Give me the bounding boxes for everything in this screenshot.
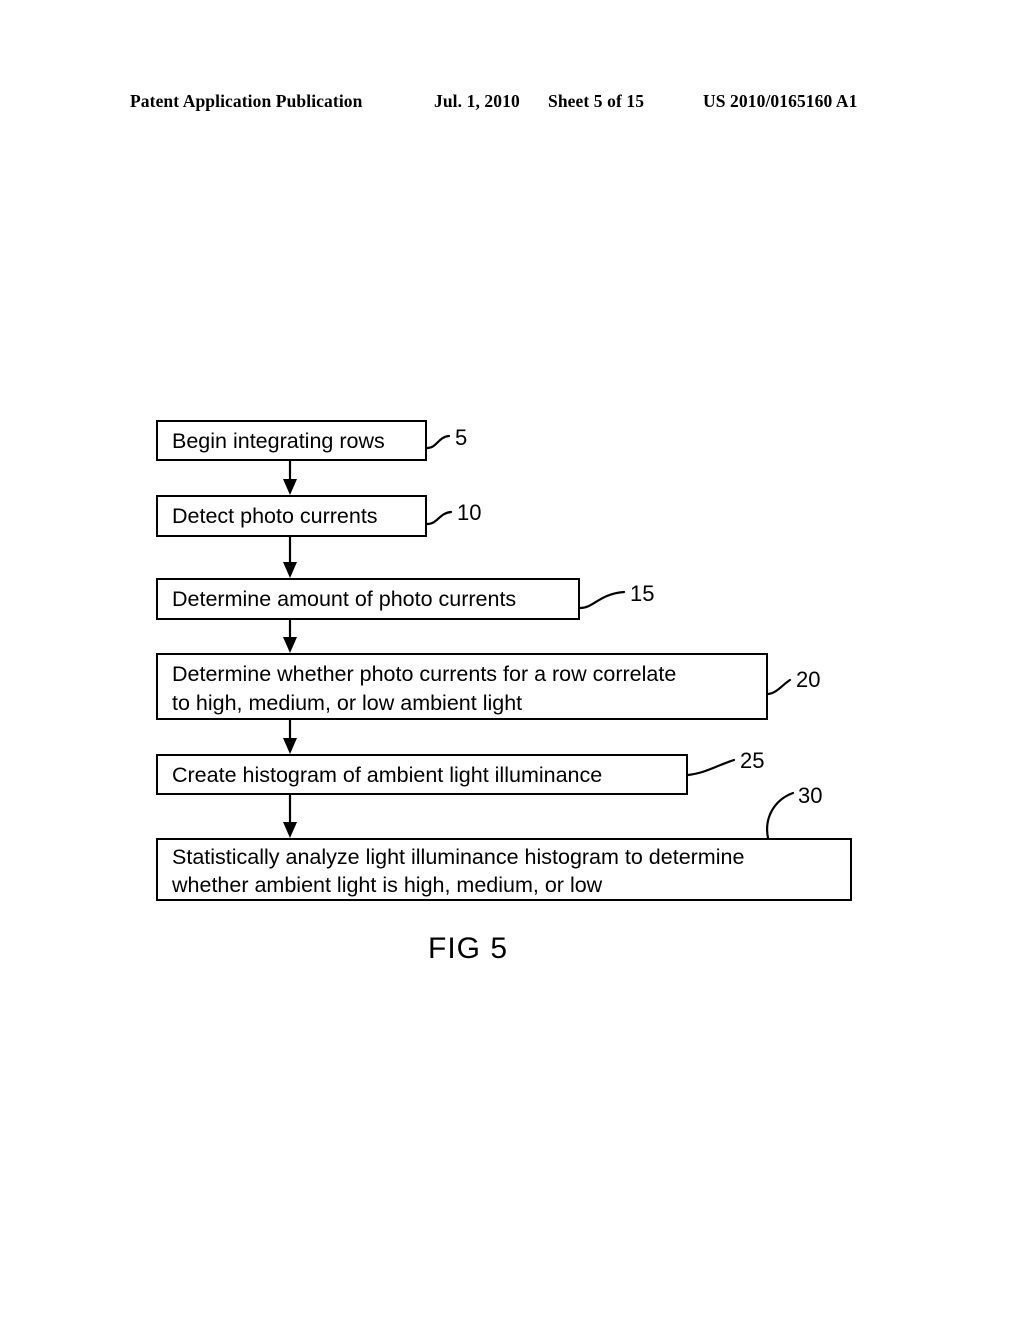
flowchart-step-box-25: Create histogram of ambient light illumi… [156, 754, 688, 795]
reference-number-30: 30 [798, 783, 823, 808]
flowchart-step-box-20: Determine whether photo currents for a r… [156, 653, 768, 720]
flowchart-step-box-5: Begin integrating rows [156, 420, 427, 461]
flowchart-step-text-20-line2: to high, medium, or low ambient light [172, 691, 523, 715]
leader-line-ref-25 [686, 758, 736, 777]
connector-arrowhead-5 [283, 822, 297, 838]
connector-arrowhead-2 [283, 562, 297, 578]
reference-number-10: 10 [457, 500, 482, 525]
reference-number-20: 20 [796, 667, 821, 692]
connector-arrowhead-1 [283, 479, 297, 495]
flowchart-step-box-15: Determine amount of photo currents [156, 578, 580, 620]
reference-number-25: 25 [740, 748, 765, 773]
flowchart-step-text-25-line1: Create histogram of ambient light illumi… [172, 763, 603, 787]
leader-line-ref-30 [766, 791, 795, 840]
flowchart-step-text-10-line1: Detect photo currents [172, 504, 378, 528]
connector-arrowhead-3 [283, 637, 297, 653]
leader-line-ref-15 [578, 590, 626, 610]
flowchart-step-text-20-line1: Determine whether photo currents for a r… [172, 662, 677, 686]
flowchart-figure: Begin integrating rows 5 Detect photo cu… [0, 0, 1024, 1320]
figure-caption: FIG 5 [428, 932, 509, 965]
leader-line-ref-20 [766, 678, 792, 696]
flowchart-step-text-30-line1: Statistically analyze light illuminance … [172, 845, 745, 869]
reference-number-15: 15 [630, 581, 655, 606]
flowchart-step-box-10: Detect photo currents [156, 495, 427, 537]
flowchart-step-box-30: Statistically analyze light illuminance … [156, 838, 852, 901]
leader-line-ref-5 [425, 434, 451, 450]
flowchart-step-text-30-line2: whether ambient light is high, medium, o… [172, 873, 603, 897]
patent-page: Patent Application Publication Jul. 1, 2… [0, 0, 1024, 1320]
leader-line-ref-10 [425, 510, 453, 526]
reference-number-5: 5 [455, 425, 468, 450]
connector-arrowhead-4 [283, 738, 297, 754]
flowchart-step-text-15-line1: Determine amount of photo currents [172, 587, 517, 611]
flowchart-step-text-5-line1: Begin integrating rows [172, 429, 385, 453]
